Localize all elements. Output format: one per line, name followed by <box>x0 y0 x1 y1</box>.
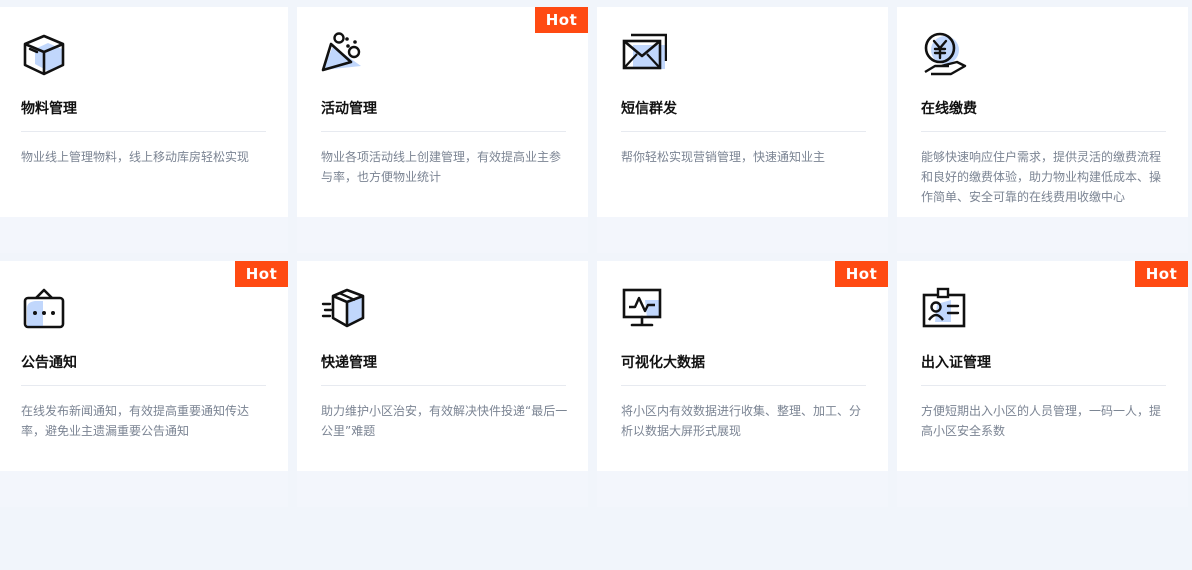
hot-badge: Hot <box>1135 261 1188 287</box>
feature-card-materials[interactable]: 物料管理 物业线上管理物料，线上移动库房轻松实现 <box>0 7 288 253</box>
divider <box>321 385 566 386</box>
card-description: 物业各项活动线上创建管理，有效提高业主参与率，也方便物业统计 <box>321 150 562 184</box>
feature-card-big-data[interactable]: Hot 可视化大数据 将小区内有效数据进行收集、整理、加工、分析以数据大屏形式展… <box>597 261 888 507</box>
card-description: 能够快速响应住户需求，提供灵活的缴费流程和良好的缴费体验，助力物业构建低成本、操… <box>921 150 1162 204</box>
delivery-box-icon <box>321 286 367 332</box>
feature-card-online-payment[interactable]: 在线缴费 能够快速响应住户需求，提供灵活的缴费流程和良好的缴费体验，助力物业构建… <box>897 7 1188 253</box>
card-description: 助力维护小区治安，有效解决快件投递“最后一公里”难题 <box>321 404 568 438</box>
divider <box>621 131 866 132</box>
feature-card-access-pass[interactable]: Hot 出入证管理 方便短期出入小区的人员管理，一码一人，提高小区安全系数 <box>897 261 1188 507</box>
feature-card-announcements[interactable]: Hot 公告通知 在线发布新闻通知，有效提高重要通知传达率，避免业主遗漏重要公告… <box>0 261 288 507</box>
divider <box>621 385 866 386</box>
party-popper-icon <box>321 32 367 78</box>
card-description: 帮你轻松实现营销管理，快速通知业主 <box>621 150 826 164</box>
card-body: 快递管理 助力维护小区治安，有效解决快件投递“最后一公里”难题 <box>297 261 588 471</box>
card-description: 在线发布新闻通知，有效提高重要通知传达率，避免业主遗漏重要公告通知 <box>21 404 250 438</box>
feature-card-delivery[interactable]: 快递管理 助力维护小区治安，有效解决快件投递“最后一公里”难题 <box>297 261 588 507</box>
feature-grid: 物料管理 物业线上管理物料，线上移动库房轻松实现 Hot 活动管理 物业各项活动… <box>0 0 1192 570</box>
hot-badge: Hot <box>835 261 888 287</box>
monitor-chart-icon <box>621 286 667 332</box>
card-body: Hot 公告通知 在线发布新闻通知，有效提高重要通知传达率，避免业主遗漏重要公告… <box>0 261 288 471</box>
card-description: 方便短期出入小区的人员管理，一码一人，提高小区安全系数 <box>921 404 1162 438</box>
box-icon <box>21 32 67 78</box>
divider <box>921 131 1166 132</box>
card-title: 短信群发 <box>621 101 677 117</box>
notice-board-icon <box>21 286 67 332</box>
id-badge-icon <box>921 286 967 332</box>
card-title: 公告通知 <box>21 355 77 371</box>
card-title: 活动管理 <box>321 101 377 117</box>
card-body: Hot 活动管理 物业各项活动线上创建管理，有效提高业主参与率，也方便物业统计 <box>297 7 588 217</box>
card-title: 在线缴费 <box>921 101 977 117</box>
card-body: 在线缴费 能够快速响应住户需求，提供灵活的缴费流程和良好的缴费体验，助力物业构建… <box>897 7 1188 217</box>
card-description: 将小区内有效数据进行收集、整理、加工、分析以数据大屏形式展现 <box>621 404 862 438</box>
feature-card-activities[interactable]: Hot 活动管理 物业各项活动线上创建管理，有效提高业主参与率，也方便物业统计 <box>297 7 588 253</box>
divider <box>921 385 1166 386</box>
feature-card-sms[interactable]: 短信群发 帮你轻松实现营销管理，快速通知业主 <box>597 7 888 253</box>
divider <box>21 131 266 132</box>
card-title: 物料管理 <box>21 101 77 117</box>
card-body: Hot 可视化大数据 将小区内有效数据进行收集、整理、加工、分析以数据大屏形式展… <box>597 261 888 471</box>
card-body: 短信群发 帮你轻松实现营销管理，快速通知业主 <box>597 7 888 217</box>
card-title: 可视化大数据 <box>621 355 705 371</box>
yen-payment-icon <box>921 32 967 78</box>
hot-badge: Hot <box>535 7 588 33</box>
divider <box>321 131 566 132</box>
card-body: 物料管理 物业线上管理物料，线上移动库房轻松实现 <box>0 7 288 217</box>
card-body: Hot 出入证管理 方便短期出入小区的人员管理，一码一人，提高小区安全系数 <box>897 261 1188 471</box>
card-title: 快递管理 <box>321 355 377 371</box>
hot-badge: Hot <box>235 261 288 287</box>
card-title: 出入证管理 <box>921 355 991 371</box>
card-description: 物业线上管理物料，线上移动库房轻松实现 <box>21 150 250 164</box>
divider <box>21 385 266 386</box>
envelope-icon <box>621 32 667 78</box>
